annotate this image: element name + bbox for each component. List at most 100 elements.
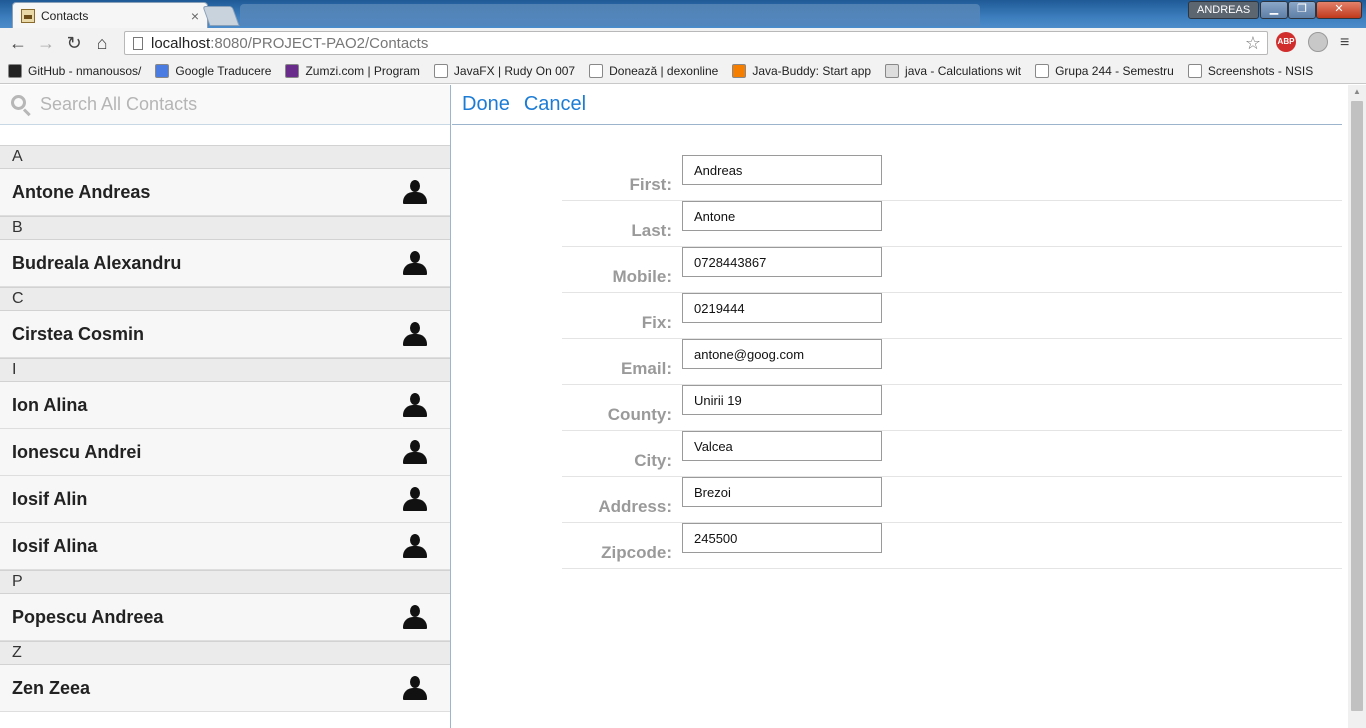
extension-icon[interactable]: [1308, 32, 1328, 52]
contact-name: Budreala Alexandru: [12, 252, 182, 273]
contact-name: Antone Andreas: [12, 181, 151, 202]
field-label: Zipcode:: [601, 543, 672, 562]
field-input[interactable]: [682, 247, 882, 277]
group-header: I: [0, 358, 450, 382]
form-row: Address:: [562, 477, 1342, 523]
field-input[interactable]: [682, 477, 882, 507]
field-input[interactable]: [682, 385, 882, 415]
contacts-app: A Antone Andreas B Budreala Alexandru C Cirst…: [0, 85, 1366, 728]
tab-close-icon[interactable]: ×: [191, 9, 199, 23]
bookmark-item[interactable]: Java-Buddy: Start app: [732, 63, 872, 78]
field-input[interactable]: [682, 523, 882, 553]
field-input[interactable]: [682, 293, 882, 323]
window-title-bar: Contacts × ANDREAS ▁ ❐ ✕: [0, 0, 1366, 28]
close-window-icon[interactable]: ✕: [1316, 1, 1362, 19]
person-icon: [403, 676, 427, 700]
bookmark-item[interactable]: java - Calculations wit: [885, 63, 1022, 78]
search-bar: [0, 85, 450, 125]
new-tab-button[interactable]: [202, 6, 240, 26]
bookmark-label: Java-Buddy: Start app: [752, 63, 872, 78]
form-row: City:: [562, 431, 1342, 477]
person-icon: [403, 180, 427, 204]
bookmark-item[interactable]: Donează | dexonline: [589, 63, 719, 78]
field-input[interactable]: [682, 431, 882, 461]
contacts-favicon-icon: [21, 8, 35, 23]
form-row: Zipcode:: [562, 523, 1342, 569]
x-icon: [1035, 63, 1050, 78]
group-header: C: [0, 287, 450, 311]
person-icon: [403, 251, 427, 275]
contact-row[interactable]: Popescu Andreea: [0, 594, 450, 641]
group-header: A: [0, 145, 450, 169]
background-tabs[interactable]: [240, 4, 980, 26]
bookmark-label: java - Calculations wit: [905, 63, 1022, 78]
cancel-button[interactable]: Cancel: [524, 93, 586, 116]
field-label: Email:: [620, 359, 672, 378]
person-icon: [403, 534, 427, 558]
field-label: Fix:: [641, 313, 672, 332]
field-input[interactable]: [682, 339, 882, 369]
zumzi-icon: [285, 63, 300, 78]
scroll-up-icon[interactable]: ▲: [1348, 85, 1366, 99]
field-label: Mobile:: [612, 267, 673, 286]
contact-name: Iosif Alin: [12, 488, 88, 509]
browser-toolbar: ← → ↻ ⌂ localhost:8080/PROJECT-PAO2/Cont…: [0, 28, 1366, 58]
contact-row[interactable]: Antone Andreas: [0, 169, 450, 216]
contact-name: Zen Zeea: [12, 677, 91, 698]
person-icon: [403, 393, 427, 417]
field-input[interactable]: [682, 201, 882, 231]
contact-row[interactable]: Budreala Alexandru: [0, 240, 450, 287]
form-row: Email:: [562, 339, 1342, 385]
contact-row[interactable]: Zen Zeea: [0, 665, 450, 712]
group-header: B: [0, 216, 450, 240]
bookmark-label: JavaFX | Rudy On 007: [453, 63, 576, 78]
field-label: County:: [607, 405, 672, 424]
vertical-scrollbar[interactable]: ▲: [1348, 85, 1366, 728]
address-bar[interactable]: localhost:8080/PROJECT-PAO2/Contacts ☆: [124, 31, 1268, 55]
scroll-thumb[interactable]: [1351, 101, 1363, 711]
bookmark-label: Donează | dexonline: [609, 63, 719, 78]
forward-arrow-icon[interactable]: →: [32, 29, 60, 57]
bookmark-label: Grupa 244 - Semestru: [1055, 63, 1174, 78]
dexonline-icon: [589, 63, 604, 78]
bookmark-item[interactable]: Zumzi.com | Program: [285, 63, 420, 78]
bookmark-star-icon[interactable]: ☆: [1245, 33, 1261, 54]
adblock-icon[interactable]: ABP: [1276, 32, 1296, 52]
url-host: localhost: [151, 34, 211, 52]
contact-row[interactable]: Iosif Alina: [0, 523, 450, 570]
home-icon[interactable]: ⌂: [88, 29, 116, 57]
person-icon: [403, 440, 427, 464]
field-label: Last:: [631, 221, 672, 240]
done-button[interactable]: Done: [462, 93, 510, 116]
contact-row[interactable]: Cirstea Cosmin: [0, 311, 450, 358]
form-row: First:: [562, 155, 1342, 201]
group-header: P: [0, 570, 450, 594]
nsis-icon: [1187, 63, 1202, 78]
bookmark-item[interactable]: Screenshots - NSIS: [1187, 63, 1313, 78]
contact-row[interactable]: Iosif Alin: [0, 476, 450, 523]
bookmarks-bar: GitHub - nmanousos/Google Traducere Zumzi…: [0, 58, 1366, 84]
field-input[interactable]: [682, 155, 882, 185]
contact-row[interactable]: Ionescu Andrei: [0, 429, 450, 476]
person-icon: [403, 322, 427, 346]
back-arrow-icon[interactable]: ←: [4, 29, 32, 57]
url-path: :8080/PROJECT-PAO2/Contacts: [210, 34, 429, 52]
form-row: County:: [562, 385, 1342, 431]
contact-row[interactable]: Ion Alina: [0, 382, 450, 429]
minimize-icon[interactable]: ▁: [1260, 1, 1288, 19]
contact-name: Iosif Alina: [12, 535, 98, 556]
bookmark-item[interactable]: JavaFX | Rudy On 007: [433, 63, 576, 78]
maximize-icon[interactable]: ❐: [1288, 1, 1316, 19]
page-icon: [133, 36, 143, 50]
person-icon: [403, 605, 427, 629]
search-input[interactable]: [40, 94, 420, 115]
profile-user-badge[interactable]: ANDREAS: [1188, 1, 1260, 19]
menu-icon[interactable]: ≡: [1340, 34, 1349, 52]
bookmark-item[interactable]: Google Traducere: [155, 63, 271, 78]
tab-contacts[interactable]: Contacts ×: [12, 2, 208, 28]
globe-icon: [885, 63, 900, 78]
bookmark-item[interactable]: GitHub - nmanousos/: [8, 63, 141, 78]
group-header: Z: [0, 641, 450, 665]
bookmark-item[interactable]: Grupa 244 - Semestru: [1035, 63, 1174, 78]
reload-icon[interactable]: ↻: [60, 29, 88, 57]
